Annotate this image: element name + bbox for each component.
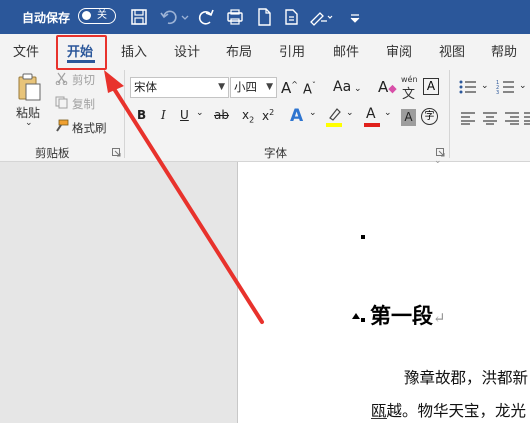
heading-text: 第一段: [370, 303, 433, 328]
page-top-marker: ⌄: [434, 156, 442, 166]
tab-mailings[interactable]: 邮件: [333, 41, 359, 60]
enclose-characters-button[interactable]: 字: [421, 108, 438, 125]
superscript-button[interactable]: x2: [262, 108, 274, 123]
change-case-button[interactable]: Aa ⌄: [333, 79, 362, 95]
chevron-down-icon: ▼: [266, 82, 273, 92]
paste-dropdown-icon[interactable]: ⌄: [25, 118, 33, 128]
heading-paragraph-marker: [361, 318, 365, 322]
numbering-icon[interactable]: 1 2 3: [496, 79, 516, 95]
text-effects-dropdown-icon[interactable]: ⌄: [309, 108, 317, 118]
autosave-state: 关: [97, 10, 107, 21]
body-line-2-text: 瓯越。物华天宝，龙光: [371, 402, 527, 420]
empty-paragraph-marker: [361, 235, 365, 239]
align-center-icon[interactable]: [482, 111, 498, 125]
tab-design[interactable]: 设计: [174, 41, 200, 60]
collapse-heading-icon[interactable]: [352, 313, 360, 319]
character-shading-button[interactable]: A: [401, 109, 416, 126]
scissors-icon: [55, 72, 68, 85]
tab-view[interactable]: 视图: [439, 41, 465, 60]
undo-icon[interactable]: [159, 7, 179, 27]
phonetic-guide-button[interactable]: wén 文: [400, 75, 418, 102]
copy-icon: [55, 96, 68, 109]
print-preview-icon[interactable]: [225, 7, 245, 27]
paragraph-return-mark: ↵: [433, 309, 446, 327]
tab-help[interactable]: 帮助: [491, 41, 517, 60]
font-size-combo[interactable]: 小四 ▼: [230, 77, 277, 98]
underline-button[interactable]: U: [180, 108, 189, 122]
tab-review[interactable]: 审阅: [386, 41, 412, 60]
numbering-dropdown-icon[interactable]: ⌄: [519, 81, 527, 91]
undo-dropdown-icon[interactable]: [180, 7, 190, 27]
group-separator: [449, 70, 450, 158]
toggle-knob: [82, 11, 91, 20]
font-color-icon: A: [366, 106, 376, 122]
clipboard-launcher-icon[interactable]: [112, 148, 121, 157]
workspace-background: [0, 162, 237, 423]
highlighter-icon[interactable]: [326, 106, 342, 128]
strikethrough-button[interactable]: ab: [214, 108, 229, 122]
font-group-label: 字体: [264, 146, 287, 160]
save-icon[interactable]: [129, 7, 149, 27]
clipboard-group-label: 剪贴板: [35, 146, 70, 160]
bullets-icon[interactable]: [458, 79, 478, 95]
change-case-icon: Aa: [333, 79, 352, 95]
grow-font-button[interactable]: A^: [281, 79, 298, 97]
bullets-dropdown-icon[interactable]: ⌄: [481, 81, 489, 91]
align-right-icon[interactable]: [504, 111, 520, 125]
title-bar: 自动保存 关: [0, 0, 530, 34]
highlight-dropdown-icon[interactable]: ⌄: [346, 108, 354, 118]
superscript-mark: 2: [269, 108, 275, 117]
draw-tools-icon[interactable]: [308, 7, 334, 27]
autosave-toggle[interactable]: 关: [78, 8, 116, 24]
font-color-swatch: [364, 123, 380, 127]
clear-formatting-button[interactable]: A◆: [378, 78, 397, 96]
italic-button[interactable]: I: [161, 108, 166, 122]
align-left-icon[interactable]: [460, 111, 476, 125]
clipboard-paste-icon[interactable]: [17, 72, 43, 102]
body-line-1[interactable]: 豫章故郡，洪都新: [404, 366, 528, 388]
customize-qat-icon[interactable]: [348, 7, 362, 27]
tab-layout[interactable]: 布局: [226, 41, 252, 60]
new-document-icon[interactable]: [254, 7, 274, 27]
character-border-button[interactable]: A: [423, 78, 439, 95]
character-border-icon: A: [426, 79, 436, 93]
format-painter-button[interactable]: 格式刷: [72, 120, 107, 136]
copy-button[interactable]: 复制: [72, 96, 95, 112]
open-file-icon[interactable]: [282, 7, 302, 27]
redo-icon[interactable]: [196, 7, 216, 27]
enclose-characters-icon: 字: [424, 111, 435, 122]
annotation-highlight-box: [56, 35, 107, 70]
font-color-dropdown-icon[interactable]: ⌄: [384, 108, 392, 118]
tab-insert[interactable]: 插入: [121, 41, 147, 60]
font-name-combo[interactable]: 宋体 ▼: [130, 77, 229, 98]
tab-file[interactable]: 文件: [13, 41, 39, 60]
underline-mark: [371, 418, 387, 419]
chevron-down-icon: ▼: [218, 82, 225, 92]
body-line-2[interactable]: 瓯越。物华天宝，龙光: [371, 399, 526, 421]
subscript-button[interactable]: x2: [242, 108, 254, 124]
grow-font-icon: A: [281, 79, 292, 97]
group-separator: [124, 70, 125, 158]
shrink-font-button[interactable]: Aˇ: [303, 81, 316, 97]
svg-text:3: 3: [496, 90, 499, 95]
font-size-value: 小四: [234, 80, 257, 94]
format-painter-icon: [56, 119, 69, 132]
underline-dropdown-icon[interactable]: ⌄: [196, 108, 204, 118]
font-name-value: 宋体: [134, 80, 157, 94]
justify-icon[interactable]: [524, 111, 530, 125]
autosave-label: 自动保存: [22, 11, 71, 25]
subscript-mark: 2: [249, 115, 255, 125]
tab-references[interactable]: 引用: [279, 41, 305, 60]
text-effects-button[interactable]: A: [290, 106, 303, 126]
shrink-font-icon: A: [303, 82, 312, 98]
document-heading[interactable]: 第一段↵: [370, 300, 446, 330]
character-shading-icon: A: [404, 110, 413, 124]
cut-button[interactable]: 剪切: [72, 72, 95, 88]
font-color-button[interactable]: A: [364, 106, 380, 128]
phonetic-bottom: 文: [402, 87, 416, 102]
bold-button[interactable]: B: [137, 108, 146, 122]
